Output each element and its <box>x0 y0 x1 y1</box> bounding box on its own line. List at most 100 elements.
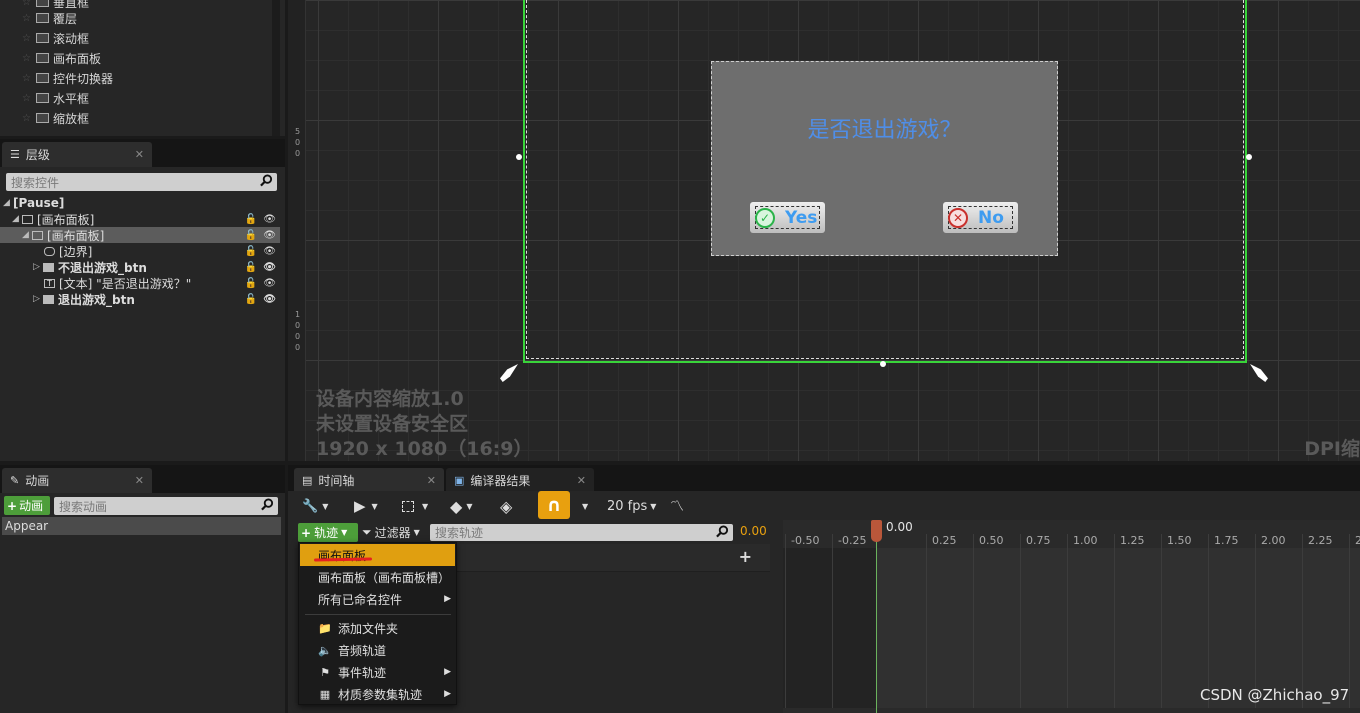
add-track-button[interactable]: + 轨迹 ▼ <box>298 523 358 542</box>
search-icon[interactable] <box>260 174 273 187</box>
no-button[interactable]: ✕ No <box>943 202 1018 233</box>
menu-item-add-folder[interactable]: 📁 添加文件夹 <box>300 617 455 639</box>
add-animation-button[interactable]: + 动画 <box>4 496 50 515</box>
key-tag-icon: ◈ <box>500 496 513 516</box>
eye-icon[interactable]: 👁 <box>263 278 276 289</box>
close-icon[interactable]: ✕ <box>577 474 586 487</box>
playhead-line <box>876 520 877 713</box>
menu-divider <box>305 614 451 615</box>
expand-arrow-icon[interactable]: ◢ <box>3 198 13 208</box>
tab-timeline[interactable]: ▤ 时间轴 ✕ <box>294 468 444 493</box>
star-icon[interactable]: ☆ <box>22 113 32 124</box>
palette-item-horizontal-box[interactable]: ☆ 水平框 <box>22 88 89 108</box>
close-icon[interactable]: ✕ <box>427 474 436 487</box>
button-icon <box>43 262 54 272</box>
search-icon[interactable] <box>716 525 729 538</box>
tab-animations[interactable]: ✎ 动画 ✕ <box>2 468 152 493</box>
menu-item-material-param-track[interactable]: ▦ 材质参数集轨迹 ▶ <box>300 683 455 705</box>
lock-icon[interactable]: 🔓 <box>245 230 257 241</box>
fps-selector[interactable]: 20 fps ▼ <box>607 495 656 517</box>
eye-icon[interactable]: 👁 <box>263 262 276 273</box>
eye-icon[interactable]: 👁 <box>263 294 276 305</box>
eye-icon[interactable]: 👁 <box>263 246 276 257</box>
current-time-field[interactable]: 0.00 <box>740 524 767 538</box>
lock-icon[interactable]: 🔓 <box>245 294 257 305</box>
add-plus-icon[interactable]: + <box>739 547 752 566</box>
menu-item-canvas-panel-slot[interactable]: 画布面板（画布面板槽） <box>300 566 455 588</box>
star-icon[interactable]: ☆ <box>22 53 32 64</box>
time-tick-label: 1.75 <box>1214 534 1239 547</box>
yes-button[interactable]: ✓ Yes <box>750 202 825 233</box>
key-tag-button[interactable]: ◈ <box>500 495 512 517</box>
collapse-arrow-icon[interactable]: ▷ <box>33 294 43 304</box>
palette-item-scroll-box[interactable]: ☆ 滚动框 <box>22 28 89 48</box>
tree-row-text[interactable]: T [文本] "是否退出游戏？" 🔓 👁 <box>0 275 280 291</box>
selection-menu-button[interactable]: ▼ <box>402 495 428 517</box>
menu-item-event-track[interactable]: ⚑ 事件轨迹 ▶ <box>300 661 455 683</box>
dialog-title: 是否退出游戏？ <box>807 118 962 143</box>
star-icon[interactable]: ☆ <box>22 13 32 24</box>
snap-magnet-button[interactable]: ∩ <box>538 491 570 519</box>
hierarchy-search-input[interactable]: 搜索控件 <box>6 173 277 191</box>
tab-compiler-results[interactable]: ▣ 编译器结果 ✕ <box>446 468 594 493</box>
quit-dialog-preview[interactable]: 是否退出游戏？ ✓ Yes ✕ No <box>711 61 1058 256</box>
tree-row-canvas-panel-selected[interactable]: ◢ [画布面板] 🔓 👁 <box>0 227 280 243</box>
lock-icon[interactable]: 🔓 <box>245 246 257 257</box>
chevron-right-icon: ▶ <box>444 594 451 604</box>
snap-menu-button[interactable]: ▼ <box>582 495 588 517</box>
palette-item-canvas-panel[interactable]: ☆ 画布面板 <box>22 48 101 68</box>
star-icon[interactable]: ☆ <box>22 0 32 8</box>
tree-row-canvas-panel[interactable]: ◢ [画布面板] 🔓 👁 <box>0 211 280 227</box>
chevron-right-icon: ▶ <box>444 689 451 699</box>
tree-row-root[interactable]: ◢ [Pause] <box>0 195 280 211</box>
resize-handle-right[interactable] <box>1246 154 1252 160</box>
close-icon[interactable]: ✕ <box>135 474 144 487</box>
timeline-body[interactable] <box>783 548 1360 708</box>
key-menu-button[interactable]: ◆ ▼ <box>450 495 472 517</box>
eye-icon[interactable]: 👁 <box>263 230 276 241</box>
animation-item-appear[interactable]: Appear <box>2 517 281 535</box>
wrench-menu-button[interactable]: 🔧 ▼ <box>302 495 328 517</box>
tree-row-no-quit-btn[interactable]: ▷ 不退出游戏_btn 🔓 👁 <box>0 259 280 275</box>
designer-canvas[interactable]: 5 0 0 1 0 0 0 是否退出游戏？ ✓ Yes ✕ No 设备内容缩放1… <box>288 0 1360 461</box>
track-search-input[interactable]: 搜索轨迹 <box>430 524 733 541</box>
animation-search-input[interactable]: 搜索动画 <box>54 497 278 515</box>
play-menu-button[interactable]: ▶ ▼ <box>354 495 378 517</box>
hierarchy-tabstrip: ☰ 层级 ✕ <box>0 139 285 167</box>
anchor-bottom-right-icon[interactable] <box>1250 364 1268 382</box>
menu-item-canvas-panel[interactable]: 画布面板 <box>300 544 455 566</box>
tree-row-border[interactable]: [边界] 🔓 👁 <box>0 243 280 259</box>
device-scale-label: 设备内容缩放1.0 <box>316 388 464 410</box>
expand-arrow-icon[interactable]: ◢ <box>12 214 22 224</box>
tree-row-quit-btn[interactable]: ▷ 退出游戏_btn 🔓 👁 <box>0 291 280 307</box>
close-icon[interactable]: ✕ <box>135 148 144 161</box>
canvas-panel-icon <box>32 230 43 240</box>
star-icon[interactable]: ☆ <box>22 73 32 84</box>
resize-handle-left[interactable] <box>516 154 522 160</box>
playhead-handle[interactable] <box>871 520 882 542</box>
time-tick-label: 1.00 <box>1073 534 1098 547</box>
filter-button[interactable]: ⏷ 过滤器 ▼ <box>362 523 420 542</box>
palette-item-widget-switcher[interactable]: ☆ 控件切换器 <box>22 68 113 88</box>
menu-item-audio-track[interactable]: 🔈 音频轨道 <box>300 639 455 661</box>
palette-scrollbar[interactable] <box>272 0 280 136</box>
lock-icon[interactable]: 🔓 <box>245 262 257 273</box>
palette-item-scale-box[interactable]: ☆ 缩放框 <box>22 108 89 128</box>
curve-editor-button[interactable]: 〽 <box>670 495 684 517</box>
anchor-bottom-left-icon[interactable] <box>500 364 518 382</box>
tab-hierarchy[interactable]: ☰ 层级 ✕ <box>2 142 152 167</box>
lock-icon[interactable]: 🔓 <box>245 214 257 225</box>
collapse-arrow-icon[interactable]: ▷ <box>33 262 43 272</box>
canvas-panel-icon <box>22 214 33 224</box>
search-icon[interactable] <box>261 498 274 511</box>
time-ruler-bottom <box>783 708 1360 713</box>
lock-icon[interactable]: 🔓 <box>245 278 257 289</box>
track-context-menu: 画布面板 画布面板（画布面板槽） 所有已命名控件 ▶ 📁 添加文件夹 🔈 音频轨道 ⚑… <box>298 542 457 705</box>
eye-icon[interactable]: 👁 <box>263 214 276 225</box>
expand-arrow-icon[interactable]: ◢ <box>22 230 32 240</box>
menu-item-all-named-widgets[interactable]: 所有已命名控件 ▶ <box>300 588 455 610</box>
palette-item-overlay[interactable]: ☆ 覆层 <box>22 8 77 28</box>
star-icon[interactable]: ☆ <box>22 93 32 104</box>
resize-handle-bottom[interactable] <box>880 361 886 367</box>
star-icon[interactable]: ☆ <box>22 33 32 44</box>
